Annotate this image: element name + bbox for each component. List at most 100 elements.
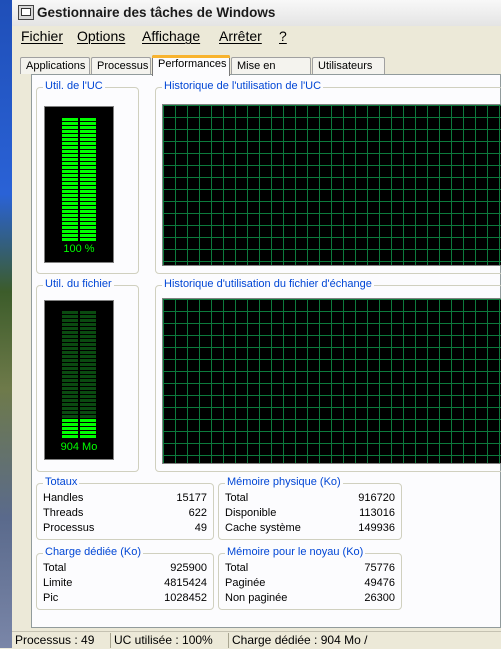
cpu-gauge-segment [62,186,78,189]
pagefile-gauge-segment [80,399,96,402]
tab-strip: Applications Processus Performances Mise… [20,55,500,88]
tab-processus[interactable]: Processus [91,57,151,74]
kernel-paged-value: 49476 [364,577,395,589]
processus-label: Processus [43,522,95,534]
menu-arreter[interactable]: Arrêter [219,28,262,44]
cpu-gauge-segment [80,138,96,141]
cpu-gauge-segment [62,162,78,165]
physical-available-value: 113016 [359,507,395,519]
pagefile-gauge-segment [62,395,78,398]
cpu-gauge-segment [62,230,78,233]
pagefile-gauge-segment [80,351,96,354]
pagefile-gauge-segment [80,339,96,342]
pagefile-gauge-segment [62,363,78,366]
cpu-usage-value: 100 % [63,243,95,255]
cpu-history-group: Historique de l'utilisation de l'UC [155,80,501,274]
handles-label: Handles [43,492,84,504]
cpu-gauge-segment [62,166,78,169]
commit-row-total: Total 925900 [43,562,207,576]
pagefile-gauge-segment [62,359,78,362]
cpu-gauge-segment [62,218,78,221]
pagefile-gauge-segment [62,387,78,390]
cpu-gauge-segment [62,174,78,177]
threads-label: Threads [43,507,84,519]
cpu-gauge-segment [80,218,96,221]
pagefile-usage-label: Util. du fichier [43,278,114,290]
cpu-gauge-segment [80,166,96,169]
threads-value: 622 [188,507,207,519]
cpu-gauge-segment [62,158,78,161]
performance-panel: Util. de l'UC 100 % Historique de l'util… [31,74,501,628]
pagefile-gauge-segment [62,415,78,418]
cpu-gauge-segment [80,150,96,153]
menu-affichage[interactable]: Affichage [142,28,200,44]
cpu-gauge-segment [80,158,96,161]
cpu-gauge-segment [62,210,78,213]
pagefile-gauge-segment [80,387,96,390]
cpu-gauge-segment [80,154,96,157]
pagefile-usage-value: 904 Mo [60,441,98,453]
kernel-total-label: Total [225,562,249,574]
cpu-history-label: Historique de l'utilisation de l'UC [162,80,324,92]
kernel-memory-label: Mémoire pour le noyau (Ko) [225,546,366,558]
pagefile-gauge-segment [62,327,78,330]
pagefile-gauge-segment [62,367,78,370]
pagefile-gauge-segment [80,367,96,370]
status-processus: Processus : 49 [15,633,95,647]
tab-utilisateurs[interactable]: Utilisateurs [312,57,385,74]
cpu-gauge-segment [62,198,78,201]
pagefile-gauge-segment [80,419,96,422]
system-cache-value: 149936 [358,522,395,534]
cpu-gauge-segment [62,238,78,241]
cpu-gauge-segment [62,194,78,197]
cpu-gauge-segment [80,142,96,145]
pagefile-history-graph [162,298,501,464]
pagefile-usage-gauge: 904 Mo [44,300,114,460]
commit-charge-label: Charge dédiée (Ko) [43,546,144,558]
pagefile-gauge-segment [80,347,96,350]
kernel-nonpaged-label: Non paginée [225,592,288,604]
kernel-row-total: Total 75776 [225,562,395,576]
pagefile-gauge-segment [80,343,96,346]
cpu-gauge-segment [80,222,96,225]
cpu-gauge-segment [80,194,96,197]
cpu-gauge-segment [80,174,96,177]
tab-applications[interactable]: Applications [20,57,90,74]
totaux-row-threads: Threads 622 [43,507,207,521]
cpu-gauge-segment [80,234,96,237]
pagefile-gauge-segment [62,379,78,382]
cpu-gauge-segment [80,170,96,173]
menu-fichier[interactable]: Fichier [21,28,63,44]
physical-memory-row-total: Total 916720 [225,492,395,506]
cpu-usage-gauge: 100 % [44,106,114,263]
pagefile-gauge-segment [80,395,96,398]
pagefile-gauge-segment [80,383,96,386]
menu-help[interactable]: ? [279,28,287,44]
pagefile-gauge-segment [62,407,78,410]
pagefile-gauge-segment [62,319,78,322]
pagefile-gauge-segment [80,411,96,414]
pagefile-gauge-segment [62,315,78,318]
commit-row-pic: Pic 1028452 [43,592,207,606]
pagefile-gauge-segment [62,371,78,374]
tab-performances[interactable]: Performances [152,55,230,76]
totaux-row-processus: Processus 49 [43,522,207,536]
pagefile-gauge-segment [62,391,78,394]
pagefile-gauge-segment [80,435,96,438]
pagefile-gauge-segment [62,435,78,438]
physical-memory-row-cache: Cache système 149936 [225,522,395,536]
title-bar[interactable]: Gestionnaire des tâches de Windows [12,0,501,27]
tab-mise-en-reseau[interactable]: Mise en réseau [231,57,311,88]
cpu-gauge-segment [80,130,96,133]
menu-options[interactable]: Options [77,28,125,44]
cpu-gauge-segment [80,190,96,193]
kernel-memory-group: Mémoire pour le noyau (Ko) Total 75776 P… [218,546,402,610]
cpu-gauge-segment [80,118,96,121]
pagefile-gauge-segment [80,311,96,314]
kernel-nonpaged-value: 26300 [364,592,395,604]
cpu-gauge-segment [80,202,96,205]
pagefile-gauge-segment [80,331,96,334]
cpu-gauge-segment [62,126,78,129]
cpu-gauge-segment [80,146,96,149]
pagefile-gauge-segment [62,355,78,358]
